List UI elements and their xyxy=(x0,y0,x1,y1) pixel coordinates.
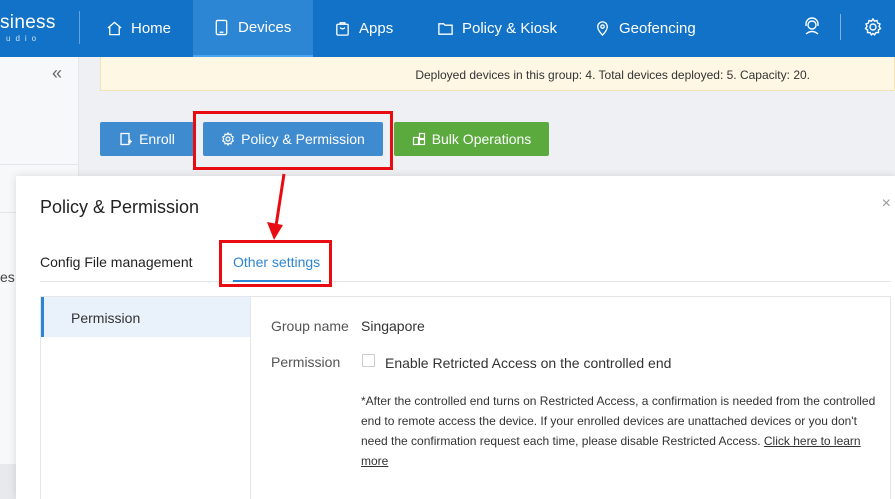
home-icon xyxy=(107,21,122,36)
header-icon-divider xyxy=(840,14,841,40)
menu-item-label: Permission xyxy=(71,310,141,326)
gear-icon[interactable] xyxy=(863,17,883,37)
settings-menu: Permission xyxy=(41,297,251,499)
policy-permission-dialog: Policy & Permission × Config File manage… xyxy=(16,176,895,499)
sidebar-item[interactable] xyxy=(0,464,16,499)
brand-logo: siness xyxy=(0,12,56,33)
sidebar-item-label[interactable]: es xyxy=(0,269,15,285)
collapse-sidebar-icon[interactable]: « xyxy=(52,63,62,84)
nav-geofencing-label: Geofencing xyxy=(619,20,696,37)
notice-text: Deployed devices in this group: 4. Total… xyxy=(415,68,810,82)
nav-apps[interactable]: Apps xyxy=(314,0,413,57)
highlight-box-other-settings-tab xyxy=(219,240,332,287)
restricted-access-checkbox[interactable] xyxy=(362,354,375,367)
dialog-title: Policy & Permission xyxy=(40,197,200,217)
tabs-divider xyxy=(40,281,891,282)
tablet-icon xyxy=(215,19,228,36)
nav-devices-label: Devices xyxy=(238,19,292,36)
settings-panel: Permission Group name Singapore Permissi… xyxy=(40,296,891,499)
enroll-button-label: Enroll xyxy=(139,131,175,147)
close-icon[interactable]: × xyxy=(882,195,891,213)
nav-policy-kiosk[interactable]: Policy & Kiosk xyxy=(417,0,577,57)
restricted-access-note: *After the controlled end turns on Restr… xyxy=(361,391,881,471)
nav-home[interactable]: Home xyxy=(86,0,191,57)
tab-config-file-management[interactable]: Config File management xyxy=(40,254,193,270)
restricted-access-label[interactable]: Enable Retricted Access on the controlle… xyxy=(385,355,671,371)
nav-home-label: Home xyxy=(131,20,172,37)
enroll-icon xyxy=(120,132,133,146)
group-name-label: Group name xyxy=(271,318,349,334)
folder-icon xyxy=(438,23,453,35)
brand-divider xyxy=(79,11,80,44)
group-capacity-notice: Deployed devices in this group: 4. Total… xyxy=(100,57,895,91)
nav-policy-kiosk-label: Policy & Kiosk xyxy=(462,20,558,37)
nav-geofencing[interactable]: Geofencing xyxy=(574,0,716,57)
bulk-operations-button[interactable]: Bulk Operations xyxy=(394,122,549,156)
menu-item-permission[interactable]: Permission xyxy=(41,297,250,337)
permission-label: Permission xyxy=(271,354,341,370)
highlight-box-policy-button xyxy=(193,111,393,170)
nav-apps-label: Apps xyxy=(359,20,394,37)
bulk-operations-button-label: Bulk Operations xyxy=(431,131,532,147)
shopping-bag-icon xyxy=(336,22,349,36)
sidebar-divider xyxy=(0,164,79,165)
support-agent-icon[interactable] xyxy=(802,17,822,37)
bulk-grid-icon xyxy=(412,132,425,146)
top-nav-bar: siness udio Home Devices Apps Policy & K… xyxy=(0,0,895,57)
nav-devices[interactable]: Devices xyxy=(193,0,313,57)
enroll-button[interactable]: Enroll xyxy=(100,122,194,156)
location-pin-icon xyxy=(597,21,608,37)
group-name-value: Singapore xyxy=(361,318,425,334)
brand-logo-subtext: udio xyxy=(6,34,42,43)
